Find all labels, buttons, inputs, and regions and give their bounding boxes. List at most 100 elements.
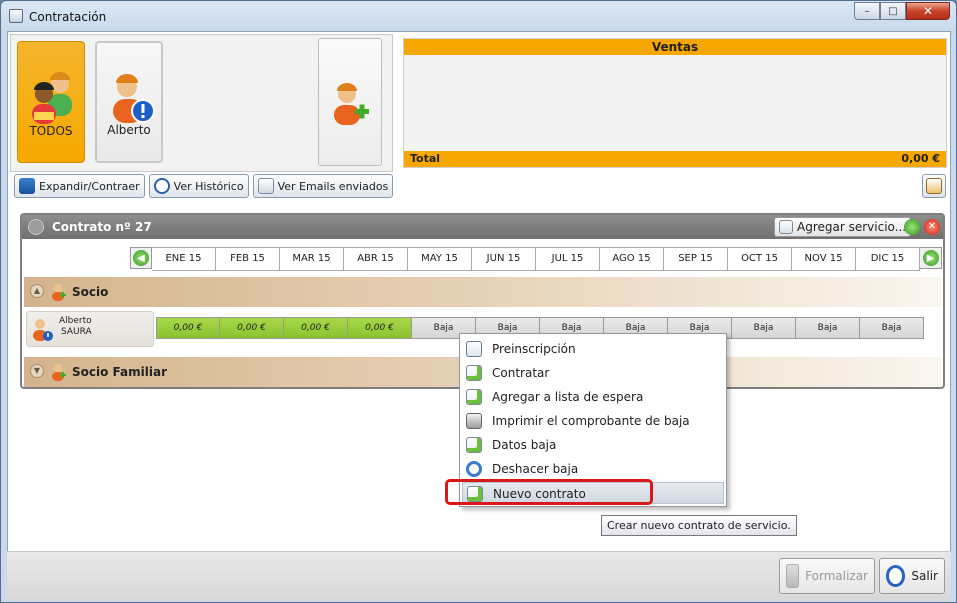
collapse-icon[interactable] <box>28 219 44 235</box>
contract-header: Contrato nº 27 Agregar servicio... ✕ <box>22 215 943 239</box>
paste-button[interactable] <box>922 174 946 198</box>
add-document-icon <box>779 220 793 234</box>
menu-item[interactable]: Datos baja <box>462 434 724 456</box>
history-button[interactable]: Ver Histórico <box>148 174 249 198</box>
month-header: ABR 15 <box>344 247 408 271</box>
contract-title: Contrato nº 27 <box>52 220 152 234</box>
tooltip: Crear nuevo contrato de servicio. <box>601 515 797 536</box>
ventas-total: Total 0,00 € <box>404 151 946 167</box>
close-button[interactable]: ✕ <box>906 2 950 20</box>
menu-item[interactable]: Preinscripción <box>462 338 724 360</box>
shopping-bag-icon <box>786 564 800 588</box>
section-socio[interactable]: ▲ Socio <box>24 277 941 307</box>
month-cell[interactable]: 0,00 € <box>220 317 284 339</box>
ventas-panel: Ventas Total 0,00 € <box>403 38 947 168</box>
person-alert-icon <box>33 319 53 341</box>
expand-collapse-button[interactable]: Expandir/Contraer <box>14 174 145 198</box>
chevron-up-icon[interactable]: ▲ <box>30 284 44 298</box>
menu-item-label: Datos baja <box>492 438 557 452</box>
month-header: MAR 15 <box>280 247 344 271</box>
month-cell[interactable]: 0,00 € <box>156 317 220 339</box>
menu-item-label: Deshacer baja <box>492 462 579 476</box>
menu-item-label: Agregar a lista de espera <box>492 390 644 404</box>
profile-card-todos[interactable]: TODOS <box>17 41 85 163</box>
salir-button[interactable]: Salir <box>879 558 945 594</box>
month-header: OCT 15 <box>728 247 792 271</box>
month-headers: ENE 15 FEB 15 MAR 15 ABR 15 MAY 15 JUN 15 JUL … <box>152 247 920 271</box>
month-header: MAY 15 <box>408 247 472 271</box>
member-last-name: SAURA <box>61 327 92 337</box>
clipboard-check-icon <box>466 341 482 357</box>
menu-item-label: Contratar <box>492 366 550 380</box>
month-cell[interactable]: 0,00 € <box>348 317 412 339</box>
month-header: DIC 15 <box>856 247 920 271</box>
member-icon <box>52 284 66 301</box>
pencil-note-icon <box>466 389 482 405</box>
month-strip: ◀ ENE 15 FEB 15 MAR 15 ABR 15 MAY 15 JUN 15 JU… <box>130 247 942 271</box>
chevron-down-icon[interactable]: ▼ <box>30 364 44 378</box>
month-cell[interactable]: Baja <box>860 317 924 339</box>
month-header: SEP 15 <box>664 247 728 271</box>
pencil-note-icon <box>466 365 482 381</box>
month-header: JUL 15 <box>536 247 600 271</box>
add-service-label: Agregar servicio... <box>797 220 907 234</box>
pencil-note-icon <box>466 437 482 453</box>
month-cell[interactable]: Baja <box>732 317 796 339</box>
emails-label: Ver Emails enviados <box>277 179 389 193</box>
prev-year-button[interactable]: ◀ <box>130 247 152 269</box>
undo-icon <box>466 461 482 477</box>
member-icon <box>52 364 66 381</box>
arrow-right-icon: ▶ <box>922 250 939 266</box>
menu-item[interactable]: Imprimir el comprobante de baja <box>462 410 724 432</box>
month-header: FEB 15 <box>216 247 280 271</box>
member-name: Alberto SAURA <box>59 316 92 338</box>
delete-icon[interactable]: ✕ <box>924 219 940 235</box>
section-title: Socio <box>72 285 109 299</box>
menu-item[interactable]: Deshacer baja <box>462 458 724 480</box>
month-header: ENE 15 <box>152 247 216 271</box>
formalizar-button[interactable]: Formalizar <box>779 558 875 594</box>
emails-button[interactable]: Ver Emails enviados <box>252 174 394 198</box>
month-cell[interactable]: 0,00 € <box>284 317 348 339</box>
clock-icon <box>153 178 170 194</box>
highlight-box <box>445 479 653 505</box>
total-value: 0,00 € <box>901 152 940 165</box>
month-header: NOV 15 <box>792 247 856 271</box>
member-card[interactable]: Alberto SAURA <box>26 311 154 347</box>
total-label: Total <box>410 152 441 165</box>
app-icon <box>9 9 23 23</box>
profile-card-alberto[interactable]: Alberto <box>95 41 163 163</box>
add-person-icon <box>334 83 369 125</box>
main-window: Contratación – □ ✕ TODOS Alberto Ventas … <box>0 0 957 603</box>
maximize-button[interactable]: □ <box>880 2 906 20</box>
month-cell[interactable]: Baja <box>796 317 860 339</box>
title-bar: Contratación – □ ✕ <box>1 1 956 31</box>
group-people-icon <box>32 72 72 124</box>
menu-item[interactable]: Contratar <box>462 362 724 384</box>
section-title: Socio Familiar <box>72 365 167 379</box>
expand-collapse-label: Expandir/Contraer <box>39 179 140 193</box>
arrow-left-icon: ◀ <box>133 250 149 266</box>
menu-item-label: Imprimir el comprobante de baja <box>492 414 690 428</box>
menu-item-label: Preinscripción <box>492 342 576 356</box>
window-title: Contratación <box>29 10 107 24</box>
add-service-button[interactable]: Agregar servicio... <box>774 217 912 237</box>
next-year-button[interactable]: ▶ <box>920 247 942 269</box>
month-header: AGO 15 <box>600 247 664 271</box>
recycle-icon[interactable] <box>904 219 920 235</box>
email-icon <box>257 178 274 194</box>
salir-label: Salir <box>911 569 938 583</box>
profile-label: TODOS <box>29 124 73 138</box>
window-controls: – □ ✕ <box>854 2 950 20</box>
ventas-title: Ventas <box>404 39 946 55</box>
member-first-name: Alberto <box>59 316 92 326</box>
bottom-bar: Formalizar Salir <box>7 551 951 601</box>
toolbar: Expandir/Contraer Ver Histórico Ver Emai… <box>14 174 397 198</box>
exit-icon <box>886 565 906 587</box>
history-label: Ver Histórico <box>173 179 244 193</box>
month-header: JUN 15 <box>472 247 536 271</box>
add-member-button[interactable] <box>318 38 382 166</box>
person-alert-icon <box>113 74 155 123</box>
menu-item[interactable]: Agregar a lista de espera <box>462 386 724 408</box>
minimize-button[interactable]: – <box>854 2 880 20</box>
